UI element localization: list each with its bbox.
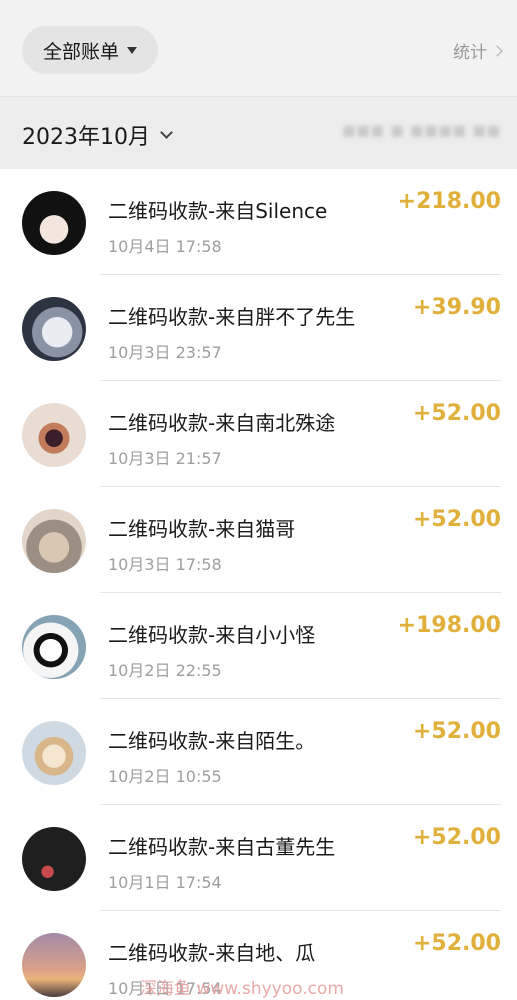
transaction-amount: +52.00 <box>412 825 501 850</box>
transaction-title: 二维码收款-来自猫哥 <box>108 517 296 541</box>
bill-page: 全部账单 统计 2023年10月 ■■■ ■ ■■■■ ■■ 二维码收款-来自S… <box>0 0 517 1000</box>
top-bar: 全部账单 统计 <box>0 0 517 96</box>
transaction-row[interactable]: 二维码收款-来自陌生。 10月2日 10:55 +52.00 <box>0 699 517 805</box>
transaction-row[interactable]: 二维码收款-来自猫哥 10月3日 17:58 +52.00 <box>0 487 517 593</box>
transaction-row[interactable]: 二维码收款-来自Silence 10月4日 17:58 +218.00 <box>0 169 517 275</box>
avatar <box>22 403 86 467</box>
transaction-time: 10月3日 23:57 <box>108 343 222 362</box>
bill-filter-button[interactable]: 全部账单 <box>22 26 158 74</box>
caret-down-icon <box>127 46 137 54</box>
transaction-row[interactable]: 二维码收款-来自南北殊途 10月3日 21:57 +52.00 <box>0 381 517 487</box>
month-header: 2023年10月 ■■■ ■ ■■■■ ■■ <box>0 96 517 169</box>
month-selector[interactable]: 2023年10月 <box>22 119 173 151</box>
transaction-title: 二维码收款-来自胖不了先生 <box>108 305 356 329</box>
transaction-amount: +198.00 <box>397 613 501 638</box>
bill-filter-label: 全部账单 <box>42 40 119 63</box>
transaction-title: 二维码收款-来自陌生。 <box>108 729 316 753</box>
transaction-time: 10月2日 22:55 <box>108 661 222 680</box>
transaction-title: 二维码收款-来自地、瓜 <box>108 941 316 965</box>
transaction-time: 10月3日 17:58 <box>108 555 222 574</box>
transaction-amount: +52.00 <box>412 507 501 532</box>
transaction-time: 10月4日 17:58 <box>108 237 222 256</box>
watermark-text: 深海鱼 www.shyyoo.com <box>140 979 344 999</box>
transaction-time: 10月2日 10:55 <box>108 767 222 786</box>
avatar <box>22 933 86 997</box>
transaction-time: 10月3日 21:57 <box>108 449 222 468</box>
month-summary-blurred: ■■■ ■ ■■■■ ■■ <box>342 123 501 139</box>
transaction-title: 二维码收款-来自南北殊途 <box>108 411 336 435</box>
transaction-amount: +52.00 <box>412 719 501 744</box>
avatar <box>22 721 86 785</box>
avatar <box>22 827 86 891</box>
avatar <box>22 297 86 361</box>
stats-link[interactable]: 统计 <box>453 38 503 63</box>
avatar <box>22 191 86 255</box>
stats-label: 统计 <box>453 43 487 63</box>
transaction-row[interactable]: 二维码收款-来自古董先生 10月1日 17:54 +52.00 <box>0 805 517 911</box>
transaction-time: 10月1日 17:54 <box>108 873 222 892</box>
transaction-amount: +218.00 <box>397 189 501 214</box>
transaction-list: 二维码收款-来自Silence 10月4日 17:58 +218.00 二维码收… <box>0 169 517 1000</box>
transaction-row[interactable]: 二维码收款-来自胖不了先生 10月3日 23:57 +39.90 <box>0 275 517 381</box>
transaction-amount: +39.90 <box>412 295 501 320</box>
transaction-amount: +52.00 <box>412 931 501 956</box>
avatar <box>22 509 86 573</box>
transaction-title: 二维码收款-来自Silence <box>108 199 328 223</box>
chevron-down-icon <box>160 125 173 139</box>
transaction-row[interactable]: 二维码收款-来自小小怪 10月2日 22:55 +198.00 <box>0 593 517 699</box>
transaction-title: 二维码收款-来自小小怪 <box>108 623 316 647</box>
chevron-right-icon <box>491 44 503 57</box>
month-label: 2023年10月 <box>22 125 150 150</box>
avatar <box>22 615 86 679</box>
transaction-title: 二维码收款-来自古董先生 <box>108 835 336 859</box>
transaction-amount: +52.00 <box>412 401 501 426</box>
